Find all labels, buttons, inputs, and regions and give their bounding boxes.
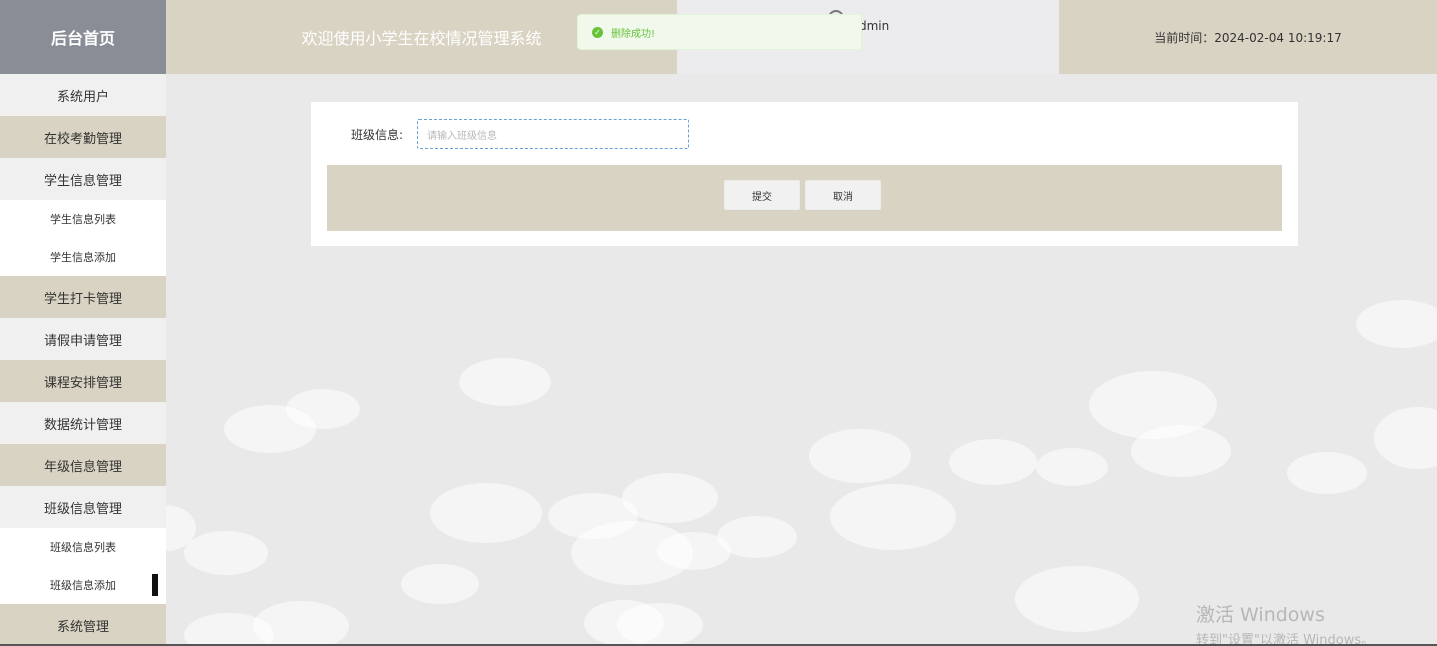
- sidebar-item[interactable]: 班级信息列表: [0, 528, 166, 566]
- brand-home-link[interactable]: 后台首页: [0, 0, 166, 74]
- sidebar-item-label: 班级信息列表: [50, 541, 116, 554]
- sidebar-item-label: 学生信息列表: [50, 213, 116, 226]
- page-title: 欢迎使用小学生在校情况管理系统: [301, 29, 542, 48]
- watermark-title: 激活 Windows: [1196, 604, 1325, 626]
- sidebar-nav: 系统用户在校考勤管理 学生信息管理 学生信息列表 学生信息添加 学生打卡管理 请假申请管理…: [0, 74, 166, 646]
- sidebar-item[interactable]: 学生信息添加: [0, 238, 166, 276]
- user-name[interactable]: dmin: [859, 19, 889, 33]
- class-info-row: 班级信息: 请输入班级信息: [311, 119, 1298, 149]
- sidebar-item-label: 学生信息管理: [43, 173, 122, 189]
- sidebar-item[interactable]: 学生打卡管理: [0, 276, 166, 318]
- check-circle-icon: ✓: [592, 26, 603, 38]
- sidebar-item-label: 请假申请管理: [43, 333, 122, 349]
- class-info-label: 班级信息:: [351, 128, 404, 142]
- sidebar-item-label: 在校考勤管理: [43, 131, 122, 147]
- sidebar-item-label: 学生信息添加: [50, 251, 116, 264]
- sidebar-item[interactable]: 年级信息管理: [0, 444, 166, 486]
- current-time: 当前时间：2024-02-04 10:19:17: [1154, 30, 1342, 45]
- sidebar-item[interactable]: 课程安排管理: [0, 360, 166, 402]
- sidebar-item-label: 年级信息管理: [43, 459, 122, 475]
- class-info-input[interactable]: 请输入班级信息: [417, 119, 689, 149]
- sidebar-item[interactable]: 班级信息管理: [0, 486, 166, 528]
- sidebar-item[interactable]: 学生信息列表: [0, 200, 166, 238]
- header-time-area: 当前时间：2024-02-04 10:19:17: [1059, 0, 1437, 74]
- sidebar-item-label: 系统管理: [56, 619, 109, 635]
- submit-button[interactable]: 提交: [724, 180, 800, 210]
- sidebar-item-label: 课程安排管理: [43, 375, 122, 391]
- sidebar-item[interactable]: 系统用户: [0, 74, 166, 116]
- sidebar-item[interactable]: 数据统计管理: [0, 402, 166, 444]
- cancel-button[interactable]: 取消: [805, 180, 881, 210]
- sidebar-item-label: 班级信息添加: [50, 579, 116, 592]
- sidebar-item[interactable]: 系统管理: [0, 604, 166, 646]
- sidebar-item[interactable]: 在校考勤管理: [0, 116, 166, 158]
- sidebar-item-label: 系统用户: [56, 89, 109, 105]
- windows-activation-watermark: 激活 Windows 转到"设置"以激活 Windows。: [1196, 600, 1374, 646]
- sidebar: 后台首页 系统用户在校考勤管理 学生信息管理 学生信息列表 学生信息添加 学生打卡管理请…: [0, 0, 166, 646]
- class-info-placeholder: 请输入班级信息: [427, 130, 497, 142]
- sidebar-item-label: 学生打卡管理: [43, 291, 122, 307]
- sidebar-item[interactable]: 学生信息管理: [0, 158, 166, 200]
- toast-message: 删除成功!: [611, 28, 656, 40]
- sidebar-item[interactable]: 请假申请管理: [0, 318, 166, 360]
- button-bar: 提交 取消: [327, 165, 1282, 231]
- form-card: 班级信息: 请输入班级信息 提交 取消: [311, 102, 1298, 246]
- success-toast: ✓ 删除成功!: [577, 14, 862, 50]
- sidebar-item-label: 数据统计管理: [43, 417, 122, 433]
- sidebar-item[interactable]: 班级信息添加: [0, 566, 166, 604]
- sidebar-item-label: 班级信息管理: [43, 501, 122, 517]
- text-cursor-marker: [152, 574, 158, 596]
